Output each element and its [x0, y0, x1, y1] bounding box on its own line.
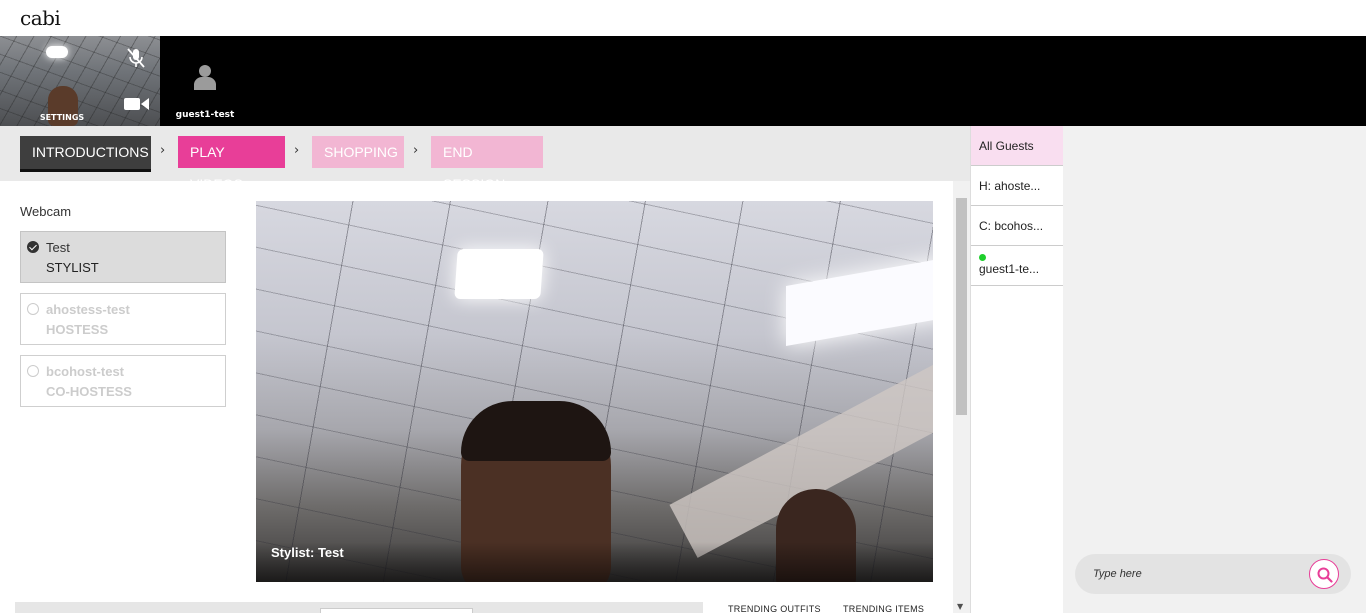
- step-shopping[interactable]: SHOPPING: [312, 136, 404, 168]
- main-content: INTRODUCTIONS › PLAY VIDEOS › SHOPPING ›…: [0, 126, 970, 614]
- guest-item-hostess[interactable]: H: ahoste...: [971, 166, 1064, 206]
- guest-item-all[interactable]: All Guests: [971, 126, 1064, 166]
- chat-search-button[interactable]: [1309, 559, 1339, 589]
- chat-panel: [1063, 126, 1366, 613]
- scroll-down-arrow-icon[interactable]: ▼: [957, 602, 963, 611]
- step-end-session[interactable]: END SESSION: [431, 136, 543, 192]
- participant-card-stylist[interactable]: Test STYLIST: [20, 231, 226, 283]
- step-introductions[interactable]: INTRODUCTIONS: [20, 136, 151, 172]
- bottom-panel-box[interactable]: [320, 608, 473, 613]
- video-caption: Stylist: Test: [271, 545, 344, 560]
- guest-item-guest1[interactable]: guest1-te...: [971, 246, 1064, 286]
- video-camera-icon[interactable]: [124, 96, 150, 112]
- radio-checked-icon: [27, 241, 39, 253]
- participant-name: ahostess-test: [46, 302, 130, 317]
- guest-item-label: All Guests: [979, 139, 1034, 153]
- session-steps: INTRODUCTIONS › PLAY VIDEOS › SHOPPING ›…: [0, 126, 970, 192]
- chat-input-bar: [1075, 554, 1351, 594]
- webcam-heading: Webcam: [20, 204, 72, 219]
- guest-item-label: guest1-te...: [979, 262, 1040, 276]
- main-video-feed[interactable]: Stylist: Test: [256, 201, 933, 582]
- participant-name: Test: [46, 240, 70, 255]
- scrollbar-thumb[interactable]: [956, 198, 967, 415]
- chevron-right-icon: ›: [294, 143, 300, 158]
- main-scrollbar[interactable]: ▼: [953, 181, 970, 613]
- participant-role: STYLIST: [46, 260, 99, 275]
- chevron-right-icon: ›: [413, 143, 419, 158]
- settings-label[interactable]: SETTINGS: [0, 113, 124, 122]
- video-caption-shade: [256, 542, 933, 582]
- guest-item-label: C: bcohos...: [979, 219, 1044, 233]
- guest-video-tile[interactable]: guest1-test: [170, 36, 240, 126]
- bottom-panel: [15, 602, 703, 613]
- guest-item-co-hostess[interactable]: C: bcohos...: [971, 206, 1064, 246]
- self-camera-tile[interactable]: SETTINGS: [0, 36, 160, 126]
- radio-empty-icon: [27, 303, 39, 315]
- video-stylist-hair: [461, 401, 611, 461]
- chat-message-input[interactable]: [1093, 564, 1303, 584]
- top-header: cabi: [0, 0, 1366, 36]
- participant-card-co-hostess[interactable]: bcohost-test CO-HOSTESS: [20, 355, 226, 407]
- step-play-videos[interactable]: PLAY VIDEOS: [178, 136, 285, 192]
- video-strip: SETTINGS guest1-test: [0, 36, 1366, 126]
- video-ceiling-light: [454, 249, 544, 299]
- participant-role: HOSTESS: [46, 322, 109, 337]
- camera-feed-light: [46, 46, 68, 58]
- radio-empty-icon: [27, 365, 39, 377]
- guest-item-label: H: ahoste...: [979, 179, 1041, 193]
- mic-muted-icon[interactable]: [124, 46, 148, 70]
- chevron-right-icon: ›: [160, 143, 166, 158]
- search-icon: [1317, 567, 1333, 583]
- online-status-icon: [979, 254, 986, 261]
- guest-tile-name: guest1-test: [175, 110, 235, 120]
- participant-role: CO-HOSTESS: [46, 384, 132, 399]
- participant-name: bcohost-test: [46, 364, 124, 379]
- person-icon: [194, 65, 216, 90]
- participant-card-hostess[interactable]: ahostess-test HOSTESS: [20, 293, 226, 345]
- cabi-logo[interactable]: cabi: [20, 6, 61, 30]
- guest-list: All Guests H: ahoste... C: bcohos... gue…: [970, 126, 1064, 613]
